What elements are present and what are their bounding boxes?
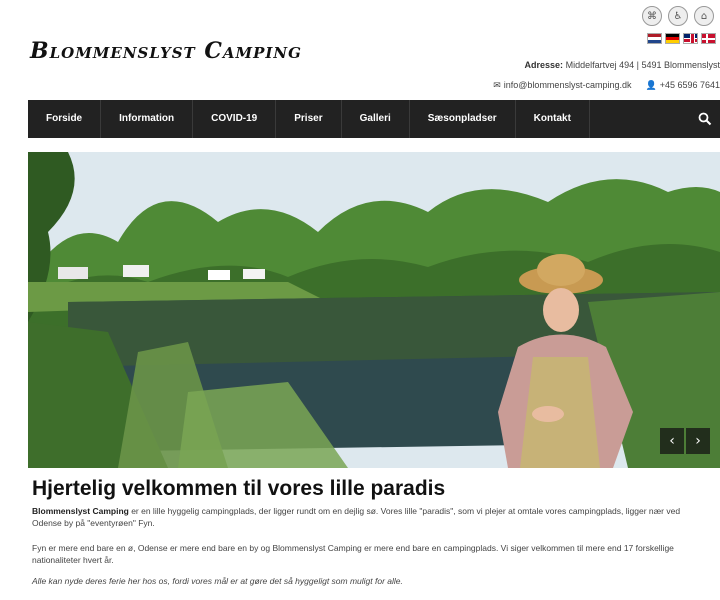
sitemap-icon[interactable]: ⌘ — [642, 6, 662, 26]
address-value: Middelfartvej 494 | 5491 Blommenslyst — [565, 60, 720, 70]
language-switcher — [647, 33, 716, 44]
accessibility-icon[interactable]: ♿ — [668, 6, 688, 26]
hero-slideshow: ‹ › — [28, 152, 720, 468]
email-contact[interactable]: ✉ info@blommenslyst-camping.dk — [493, 80, 631, 91]
email-text: info@blommenslyst-camping.dk — [503, 80, 632, 90]
slider-prev-button[interactable]: ‹ — [660, 428, 684, 454]
nav-item-galleri[interactable]: Galleri — [342, 100, 410, 138]
flag-nl-icon[interactable] — [647, 33, 662, 44]
slider-next-button[interactable]: › — [686, 428, 710, 454]
top-icon-group: ⌘ ♿ ⌂ — [642, 6, 714, 26]
intro-brand: Blommenslyst Camping — [32, 506, 129, 516]
nav-item-information[interactable]: Information — [101, 100, 194, 138]
contact-line: ✉ info@blommenslyst-camping.dk 👤 +45 6596 … — [493, 80, 720, 91]
phone-text: +45 6596 7641 — [659, 80, 720, 90]
nav-item-kontakt[interactable]: Kontakt — [516, 100, 590, 138]
nav-item-priser[interactable]: Priser — [276, 100, 342, 138]
flag-gb-icon[interactable] — [683, 33, 698, 44]
intro-text: er en lille hyggelig campingplads, der l… — [32, 506, 681, 528]
intro-paragraph: Blommenslyst Camping er en lille hyggeli… — [32, 505, 712, 529]
main-navigation: Forside Information COVID-19 Priser Gall… — [28, 100, 720, 138]
search-icon — [698, 112, 712, 126]
page-headline: Hjertelig velkommen til vores lille para… — [32, 477, 446, 500]
envelope-icon: ✉ — [493, 81, 501, 91]
second-paragraph: Fyn er mere end bare en ø, Odense er mer… — [32, 543, 674, 565]
flag-de-icon[interactable] — [665, 33, 680, 44]
person-icon: 👤 — [645, 81, 657, 91]
address-line: Adresse: Middelfartvej 494 | 5491 Blomme… — [525, 60, 720, 70]
search-button[interactable] — [690, 100, 720, 138]
lake-photo — [28, 152, 720, 468]
nav-item-forside[interactable]: Forside — [28, 100, 102, 138]
nav-item-covid[interactable]: COVID-19 — [193, 100, 277, 138]
third-paragraph: Alle kan nyde deres ferie her hos os, fo… — [32, 576, 403, 586]
nav-item-saesonpladser[interactable]: Sæsonpladser — [410, 100, 516, 138]
address-label: Adresse: — [524, 60, 564, 70]
site-logo[interactable]: Blommenslyst Camping — [30, 38, 302, 64]
flag-dk-icon[interactable] — [701, 33, 716, 44]
phone-contact[interactable]: 👤 +45 6596 7641 — [645, 80, 720, 91]
home-icon[interactable]: ⌂ — [694, 6, 714, 26]
